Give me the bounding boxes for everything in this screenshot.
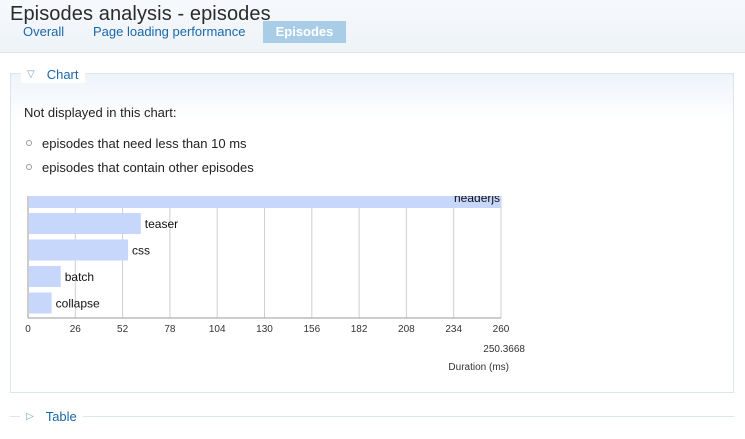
page-header: Episodes analysis - episodes Overall Pag… (0, 0, 745, 53)
expand-triangle-icon: ▷ (26, 410, 34, 422)
episodes-bar-chart: headerjs teaser css batch collapse 0 26 52 78 104… (25, 191, 525, 373)
bar-batch (29, 266, 61, 287)
bar-label-headerjs: headerjs (454, 191, 500, 205)
bar-label-collapse: collapse (56, 297, 100, 311)
x-tick-label: 130 (256, 324, 273, 335)
bar-collapse (29, 292, 52, 314)
tab-overall[interactable]: Overall (23, 21, 64, 43)
bar-css (29, 239, 129, 261)
x-tick-label: 26 (70, 324, 82, 335)
chart-fieldset: ▽ Chart Not displayed in this chart: epi… (10, 65, 734, 393)
bar-label-batch: batch (65, 270, 94, 284)
table-fieldset: ▷ Table (10, 407, 734, 425)
bar-label-css: css (132, 244, 150, 258)
table-section-toggle[interactable]: ▷ Table (20, 407, 83, 425)
bar-teaser (29, 213, 141, 234)
x-tick-label: 78 (164, 324, 176, 335)
x-tick-label: 182 (351, 324, 368, 335)
x-tick-label: 260 (493, 324, 510, 335)
x-tick-label: 234 (445, 324, 462, 335)
max-value-label: 250.3668 (483, 344, 525, 355)
x-tick-label: 156 (303, 324, 320, 335)
x-tick-label: 208 (398, 324, 415, 335)
table-section-label: Table (45, 408, 77, 424)
bar-headerjs (29, 196, 501, 208)
tab-page-loading-performance[interactable]: Page loading performance (93, 21, 246, 43)
tab-episodes[interactable]: Episodes (263, 21, 346, 43)
x-tick-label: 52 (117, 324, 129, 335)
x-tick-label: 104 (209, 324, 226, 335)
x-axis-label: Duration (ms) (448, 362, 509, 373)
bar-label-teaser: teaser (145, 217, 178, 231)
x-tick-label: 0 (25, 324, 31, 335)
